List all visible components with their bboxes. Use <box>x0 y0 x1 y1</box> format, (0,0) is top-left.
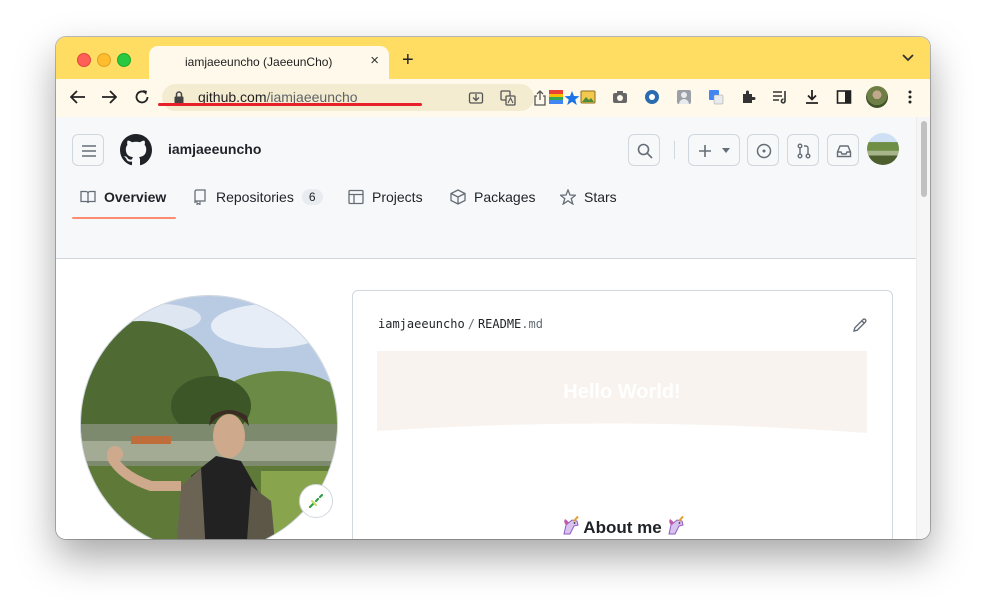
share-icon[interactable] <box>532 90 548 106</box>
star-icon <box>560 189 576 205</box>
translate-icon[interactable] <box>500 90 516 106</box>
puzzle-extensions-icon[interactable] <box>740 89 756 105</box>
package-icon <box>450 189 466 205</box>
project-table-icon <box>348 189 364 205</box>
tab-packages[interactable]: Packages <box>450 177 535 217</box>
pencil-edit-icon[interactable] <box>852 317 868 333</box>
about-me-text: About me <box>583 518 662 537</box>
tab-stars[interactable]: Stars <box>560 177 617 217</box>
tab-repositories[interactable]: Repositories 6 <box>192 177 323 217</box>
plus-icon <box>699 145 711 157</box>
page-scrollbar[interactable] <box>916 117 930 539</box>
download-icon[interactable] <box>804 89 820 105</box>
globe-extension-icon[interactable] <box>644 89 660 105</box>
status-emoji-icon <box>308 493 324 509</box>
user-avatar[interactable] <box>867 133 899 165</box>
banner-title: Hello World! <box>563 381 681 403</box>
chevron-down-icon[interactable] <box>902 54 914 62</box>
pull-requests-button[interactable] <box>787 134 819 166</box>
repositories-count-badge: 6 <box>301 189 323 205</box>
tab-close-icon[interactable]: × <box>370 52 379 69</box>
google-translate-icon[interactable] <box>708 89 724 105</box>
browser-tab[interactable]: iamjaeeuncho (JaeeunCho) × <box>149 46 389 79</box>
readme-card: iamjaeeuncho / README.md Hello World! Abou… <box>352 290 893 539</box>
tab-overview[interactable]: Overview <box>80 177 166 217</box>
repo-icon <box>194 189 206 205</box>
more-menu-icon[interactable] <box>902 89 918 105</box>
google-keep-extension-icon[interactable] <box>548 89 564 105</box>
pull-request-icon <box>797 143 811 159</box>
search-icon <box>637 143 653 159</box>
about-me-heading: About me <box>353 516 892 538</box>
tab-overview-label: Overview <box>104 189 167 205</box>
tab-strip: iamjaeeuncho (JaeeunCho) × + <box>56 37 930 79</box>
tab-packages-label: Packages <box>474 189 536 205</box>
maximize-window-button[interactable] <box>117 53 131 67</box>
header-username[interactable]: iamjaeeuncho <box>168 141 261 157</box>
minimize-window-button[interactable] <box>97 53 111 67</box>
profile-extension-icon[interactable] <box>676 89 692 105</box>
bookmark-star-icon[interactable] <box>564 90 580 106</box>
browser-window: iamjaeeuncho (JaeeunCho) × + github.com/… <box>56 37 930 539</box>
book-icon <box>80 190 96 204</box>
install-app-icon[interactable] <box>468 90 484 106</box>
tab-repositories-label: Repositories <box>216 189 294 205</box>
active-tab-indicator <box>72 217 176 219</box>
caret-down-icon <box>722 148 730 153</box>
forward-arrow-icon[interactable] <box>101 89 117 105</box>
github-header: iamjaeeuncho Overview Repositories 6 Pro… <box>56 117 916 259</box>
side-panel-icon[interactable] <box>836 89 852 105</box>
url-annotation-underline <box>158 103 422 106</box>
github-logo-icon[interactable] <box>120 134 152 166</box>
readme-path: iamjaeeuncho / README.md <box>378 317 543 331</box>
browser-toolbar: github.com/iamjaeeuncho <box>56 79 930 118</box>
unicorn-icon <box>668 516 684 535</box>
reading-list-icon[interactable] <box>772 89 788 105</box>
reload-icon[interactable] <box>134 89 150 105</box>
browser-profile-avatar[interactable] <box>866 86 888 108</box>
path-separator: / <box>467 317 475 331</box>
banner-wave <box>377 423 867 436</box>
tab-projects-label: Projects <box>372 189 423 205</box>
readme-file-name[interactable]: README <box>478 317 521 331</box>
scrollbar-thumb[interactable] <box>921 121 927 197</box>
readme-file-ext: .md <box>521 317 543 331</box>
close-window-button[interactable] <box>77 53 91 67</box>
unicorn-icon <box>563 516 580 535</box>
inbox-icon <box>836 145 852 158</box>
hamburger-icon <box>82 145 96 157</box>
header-divider <box>674 141 675 159</box>
create-new-button[interactable] <box>688 134 740 166</box>
search-button[interactable] <box>628 134 660 166</box>
issue-circle-icon <box>756 143 772 159</box>
tab-projects[interactable]: Projects <box>348 177 423 217</box>
github-page: iamjaeeuncho Overview Repositories 6 Pro… <box>56 117 916 539</box>
camera-icon[interactable] <box>612 89 628 105</box>
back-arrow-icon[interactable] <box>70 89 86 105</box>
menu-button[interactable] <box>72 134 104 166</box>
tab-title: iamjaeeuncho (JaeeunCho) <box>185 55 333 69</box>
tab-stars-label: Stars <box>584 189 617 205</box>
address-bar[interactable]: github.com/iamjaeeuncho <box>162 84 580 111</box>
readme-banner: Hello World! <box>377 351 867 436</box>
inbox-button[interactable] <box>827 134 859 166</box>
image-extension-icon[interactable] <box>580 89 596 105</box>
new-tab-button[interactable]: + <box>402 50 414 70</box>
set-status-button[interactable] <box>299 484 333 518</box>
issues-button[interactable] <box>747 134 779 166</box>
readme-owner-link[interactable]: iamjaeeuncho <box>378 317 465 331</box>
